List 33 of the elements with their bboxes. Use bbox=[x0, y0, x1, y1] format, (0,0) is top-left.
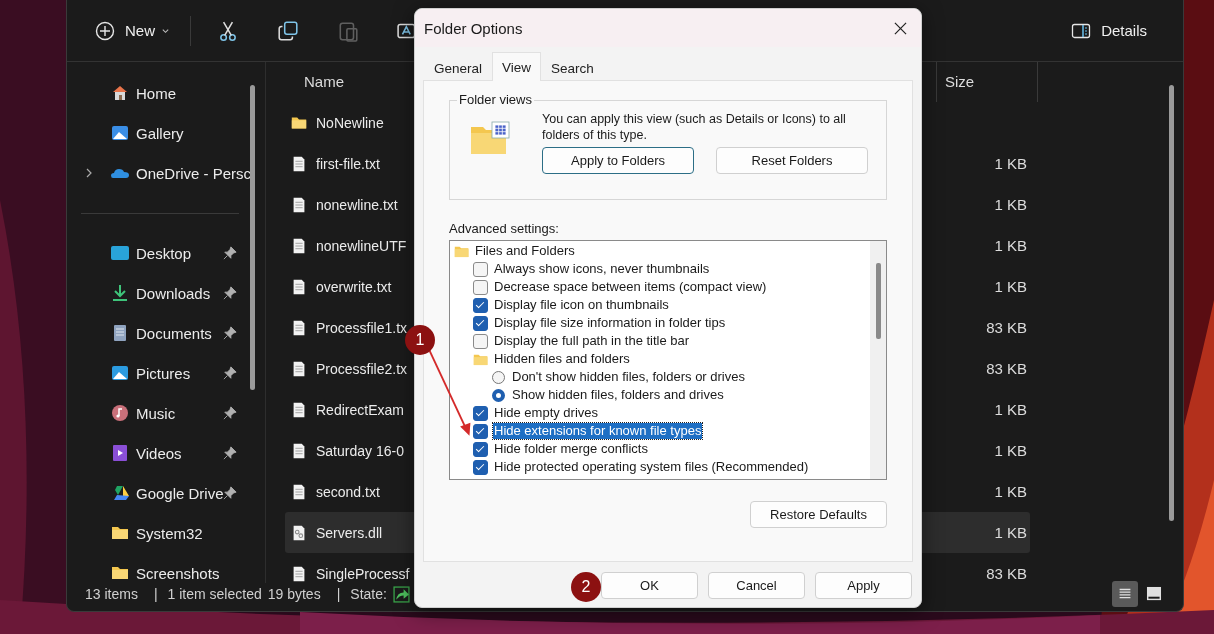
description-text: You can apply this view (such as Details or Icons) to all folders of this type. bbox=[542, 111, 847, 143]
file-size: 1 KB bbox=[994, 237, 1027, 254]
file-size: 83 KB bbox=[986, 319, 1027, 336]
file-size: 1 KB bbox=[994, 401, 1027, 418]
file-size: 1 KB bbox=[994, 524, 1027, 541]
file-size: 1 KB bbox=[994, 155, 1027, 172]
file-size: 83 KB bbox=[986, 565, 1027, 582]
file-name: first-file.txt bbox=[316, 155, 380, 172]
file-size: 1 KB bbox=[994, 442, 1027, 459]
status-text: 13 items bbox=[85, 586, 138, 602]
file-name: Servers.dll bbox=[316, 524, 383, 541]
status-separator: | bbox=[336, 586, 341, 602]
file-name: Saturday 16-0 bbox=[316, 442, 404, 459]
file-name: RedirectExam bbox=[316, 401, 404, 418]
status-text: 19 bytes bbox=[267, 586, 321, 602]
status-text: 1 item selected bbox=[167, 586, 262, 602]
file-name: NoNewline bbox=[316, 114, 384, 131]
status-separator: | bbox=[153, 586, 158, 602]
status-text: State: bbox=[350, 586, 387, 602]
file-size: 83 KB bbox=[986, 360, 1027, 377]
file-size: 1 KB bbox=[994, 483, 1027, 500]
file-name: Processfile2.tx bbox=[316, 360, 408, 377]
group-label: Folder views bbox=[457, 92, 534, 107]
file-name: nonewlineUTF bbox=[316, 237, 407, 254]
section-label: Advanced settings: bbox=[449, 221, 560, 236]
file-name: nonewline.txt bbox=[316, 196, 398, 213]
file-name: second.txt bbox=[316, 483, 380, 500]
file-name: Processfile1.tx bbox=[316, 319, 408, 336]
dialog-title: Folder Options bbox=[424, 19, 524, 37]
file-name: SingleProcessf bbox=[316, 565, 410, 582]
file-size: 1 KB bbox=[994, 196, 1027, 213]
file-name: overwrite.txt bbox=[316, 278, 392, 295]
file-size: 1 KB bbox=[994, 278, 1027, 295]
